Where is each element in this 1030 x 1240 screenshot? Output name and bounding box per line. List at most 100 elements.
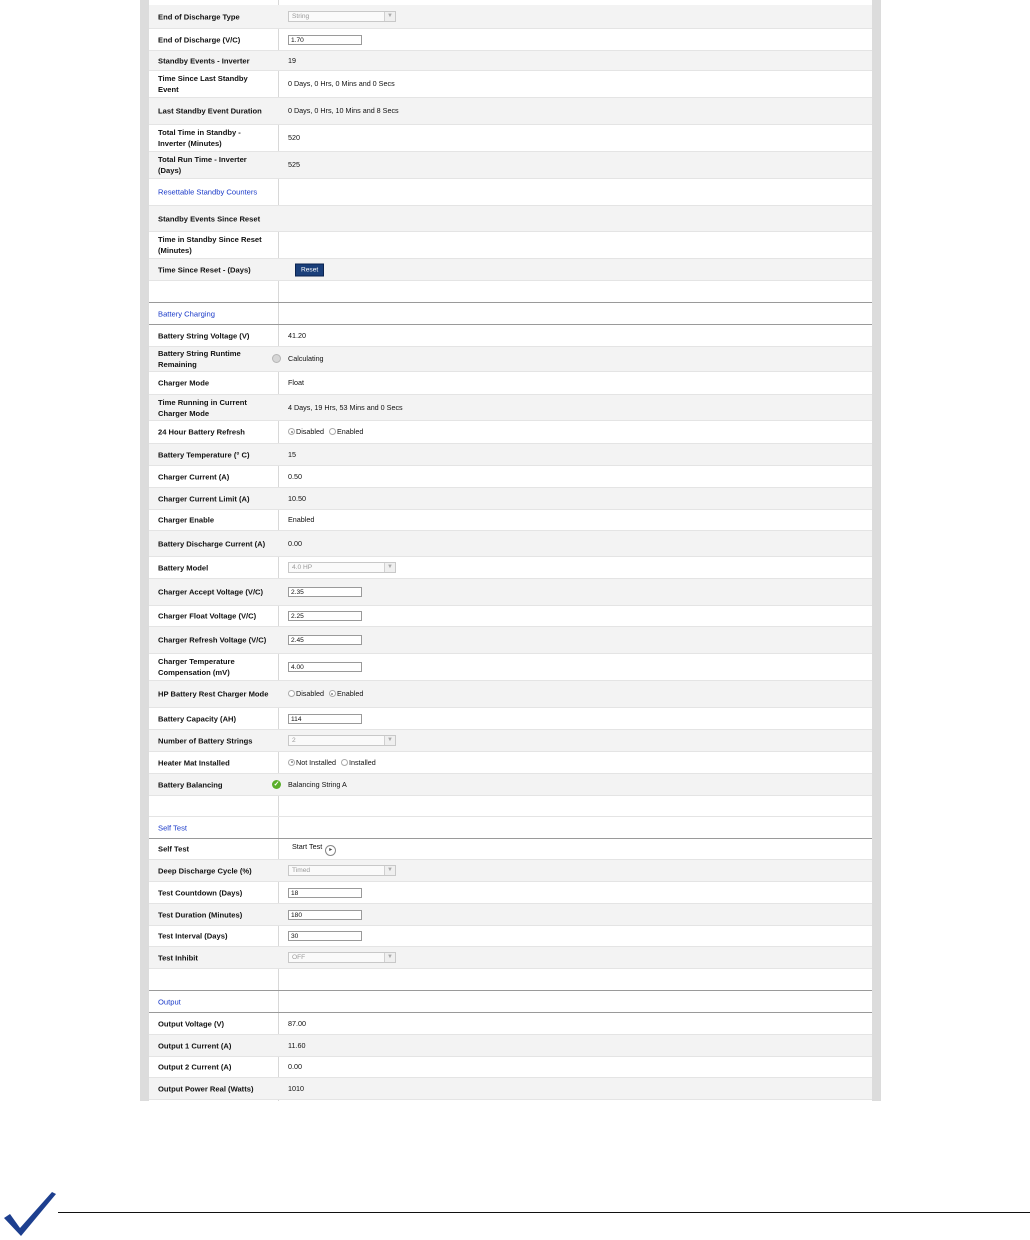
radio-enabled[interactable] [328,690,336,697]
radio-disabled[interactable] [288,690,295,697]
row-charger-current: Charger Current (A) 0.50 [149,465,872,487]
chevron-down-icon: ▼ [384,865,395,875]
row-number-of-strings: Number of Battery Strings 2 ▼ [149,729,872,751]
battery-strings-select[interactable]: 2 ▼ [288,734,396,746]
row-last-standby-duration: Last Standby Event Duration 0 Days, 0 Hr… [149,97,872,124]
row-battery-string-voltage: Battery String Voltage (V) 41.20 [149,324,872,346]
field-label: Output Power Real (Watts) [158,1084,254,1093]
row-output-2-current: Output 2 Current (A) 0.00 [149,1056,872,1077]
row-standby-events-since-reset: Standby Events Since Reset [149,205,872,231]
ok-icon: ✓ [272,779,281,789]
field-value: 525 [288,160,300,169]
field-label: End of Discharge Type [158,12,240,21]
field-value: 15 [288,449,296,459]
row-end-of-discharge-type: End of Discharge Type String ▼ [149,5,872,28]
field-label: Output Voltage (V) [158,1019,225,1028]
field-value: Calculating [288,354,324,363]
section-output: Output [149,990,872,1012]
test-inhibit-select[interactable]: OFF ▼ [288,951,396,963]
radio-disabled[interactable] [288,428,295,435]
field-label: Time in Standby Since Reset (Minutes) [158,235,262,255]
field-label: Time Running in Current Charger Mode [158,397,247,418]
test-interval-input[interactable]: 30 [288,931,362,941]
section-heading: Self Test [158,823,187,832]
row-battery-model: Battery Model 4.0 HP ▼ [149,556,872,578]
field-value: 1010 [288,1083,304,1093]
field-label: Battery Balancing [158,780,223,789]
section-heading: Resettable Standby Counters [158,187,258,197]
row-charger-accept-voltage: Charger Accept Voltage (V/C) 2.35 [149,578,872,605]
charger-refresh-voltage-input[interactable]: 2.45 [288,635,362,645]
test-countdown-input[interactable]: 18 [288,887,362,898]
field-label: Output 2 Current (A) [158,1062,232,1072]
field-label: Charger Current (A) [158,472,230,481]
row-charger-temp-compensation: Charger Temperature Compensation (mV) 4.… [149,653,872,680]
reset-button[interactable]: Reset [295,263,325,276]
radio-label: Installed [348,757,376,767]
field-label: Number of Battery Strings [158,736,253,745]
row-end-of-discharge: End of Discharge (V/C) 1.70 [149,28,872,50]
section-heading: Battery Charging [158,309,215,318]
charger-accept-voltage-input[interactable]: 2.35 [288,587,362,597]
field-value: 11.60 [288,1040,306,1050]
field-value: 87.00 [288,1018,306,1028]
section-self-test: Self Test [149,816,872,838]
field-label: End of Discharge (V/C) [158,35,241,44]
row-battery-runtime-remaining: Battery String Runtime Remaining Calcula… [149,346,872,371]
field-label: Test Inhibit [158,953,198,962]
row-deep-discharge-cycle: Deep Discharge Cycle (%) Timed ▼ [149,859,872,881]
charger-float-voltage-input[interactable]: 2.25 [288,611,362,621]
settings-panel: End of Discharge Type String ▼ End of Dis… [149,0,872,1101]
field-label: Charger Temperature Compensation (mV) [158,657,235,677]
field-label: Battery Capacity (AH) [158,714,237,723]
field-label: HP Battery Rest Charger Mode [158,689,269,699]
field-value: Balancing String A [288,779,347,789]
radio-enabled[interactable] [328,428,336,435]
field-label: Deep Discharge Cycle (%) [158,866,252,875]
battery-capacity-input[interactable]: 114 [288,713,362,724]
field-value: Enabled [288,515,315,524]
radio-label: Disabled [296,689,324,698]
field-value: 520 [288,133,300,142]
start-test-button[interactable]: Start Test ▸ [292,842,337,856]
row-self-test: Self Test Start Test ▸ [149,838,872,859]
row-divider [149,1099,872,1101]
row-time-in-standby-since-reset: Time in Standby Since Reset (Minutes) [149,231,872,258]
heater-mat-radio-group: Not Installed Installed [288,758,376,768]
row-battery-capacity: Battery Capacity (AH) 114 [149,707,872,729]
hp-rest-mode-radio-group: Disabled Enabled [288,689,363,699]
radio-label: Enabled [336,689,364,698]
field-label: Self Test [158,844,190,854]
field-label: Total Run Time - Inverter (Days) [158,155,247,175]
end-of-discharge-type-select[interactable]: String ▼ [288,10,396,22]
charger-temp-compensation-input[interactable]: 4.00 [288,662,362,672]
settings-frame: End of Discharge Type String ▼ End of Dis… [140,0,881,1101]
field-label: Charger Mode [158,378,210,388]
battery-model-select[interactable]: 4.0 HP ▼ [288,561,396,573]
end-of-discharge-input[interactable]: 1.70 [288,34,362,45]
row-time-since-reset: Time Since Reset - (Days) Reset [149,258,872,280]
field-value: 10.50 [288,493,306,503]
field-value: 0 Days, 0 Hrs, 10 Mins and 8 Secs [288,106,399,115]
row-battery-temperature: Battery Temperature (° C) 15 [149,443,872,465]
row-output-1-current: Output 1 Current (A) 11.60 [149,1034,872,1056]
row-total-time-standby: Total Time in Standby - Inverter (Minute… [149,124,872,151]
row-standby-events: Standby Events - Inverter 19 [149,50,872,70]
radio-installed[interactable] [340,758,348,766]
field-label: Last Standby Event Duration [158,106,262,116]
chevron-down-icon: ▼ [384,735,395,745]
row-time-running-charger-mode: Time Running in Current Charger Mode 4 D… [149,394,872,420]
info-icon[interactable] [272,354,281,363]
field-label: Time Since Last Standby Event [158,74,248,94]
play-icon: ▸ [325,845,337,856]
test-duration-input[interactable]: 180 [288,909,362,920]
radio-not-installed[interactable] [288,758,295,766]
field-label: Heater Mat Installed [158,758,230,767]
deep-discharge-select[interactable]: Timed ▼ [288,864,396,876]
field-value: 0 Days, 0 Hrs, 0 Mins and 0 Secs [288,79,395,88]
field-label: Battery Temperature (° C) [158,450,250,459]
spacer-row [149,795,872,816]
spacer-row [149,280,872,302]
row-output-voltage: Output Voltage (V) 87.00 [149,1012,872,1034]
field-value: 19 [288,55,296,65]
